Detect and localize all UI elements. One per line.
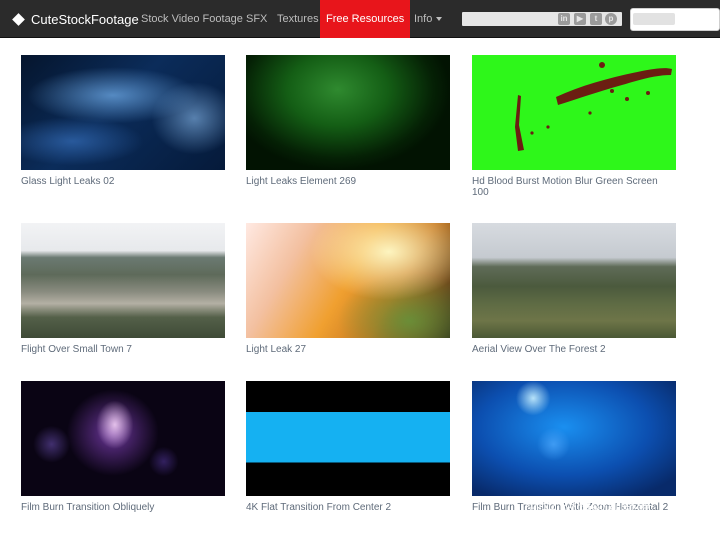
brand-logo[interactable]: CuteStockFootage [12,0,139,38]
linkedin-icon[interactable]: in [558,13,570,25]
blood-splatter-graphic [515,62,672,151]
thumbnail-light-leaks-element[interactable] [246,55,450,170]
thumbnail-film-burn-zoom-horizontal[interactable] [472,381,676,496]
thumbnail-flight-over-small-town[interactable] [21,223,225,338]
nav-sfx[interactable]: SFX [246,0,267,38]
thumbnail-flat-transition-center[interactable] [246,381,450,496]
video-title[interactable]: Hd Blood Burst Motion Blur Green Screen … [472,176,672,198]
twitter-icon[interactable]: t [590,13,602,25]
thumbnail-glass-light-leaks[interactable] [21,55,225,170]
search-blur-mask [633,13,675,25]
video-title[interactable]: Aerial View Over The Forest 2 [472,344,672,355]
nav-info-label: Info [414,13,433,25]
video-title[interactable]: 4K Flat Transition From Center 2 [246,502,446,513]
caret-down-icon [436,17,443,22]
nav-info-dropdown[interactable]: Info [414,0,443,38]
brand-name: CuteStockFootage [31,11,139,27]
thumbnail-film-burn-obliquely[interactable] [21,381,225,496]
top-navbar: CuteStockFootage Stock Video Footage SFX… [0,0,720,38]
diamond-logo-icon [12,12,25,26]
video-title[interactable]: Light Leaks Element 269 [246,176,446,187]
nav-textures[interactable]: Textures [277,0,319,38]
pinterest-icon[interactable]: p [605,13,617,25]
nav-free-resources[interactable]: Free Resources [320,0,411,38]
thumbnail-light-leak-27[interactable] [246,223,450,338]
nav-stock-video-footage[interactable]: Stock Video Footage [141,0,243,38]
video-title[interactable]: Glass Light Leaks 02 [21,176,221,187]
video-title[interactable]: Film Burn Transition Obliquely [21,502,221,513]
video-title[interactable]: Light Leak 27 [246,344,446,355]
watermark: 知乎 @特效视频君 [527,500,652,518]
thumbnail-aerial-view-forest[interactable] [472,223,676,338]
thumbnail-blood-burst-green-screen[interactable] [472,55,676,170]
video-title[interactable]: Flight Over Small Town 7 [21,344,221,355]
youtube-icon[interactable]: ▶ [574,13,586,25]
